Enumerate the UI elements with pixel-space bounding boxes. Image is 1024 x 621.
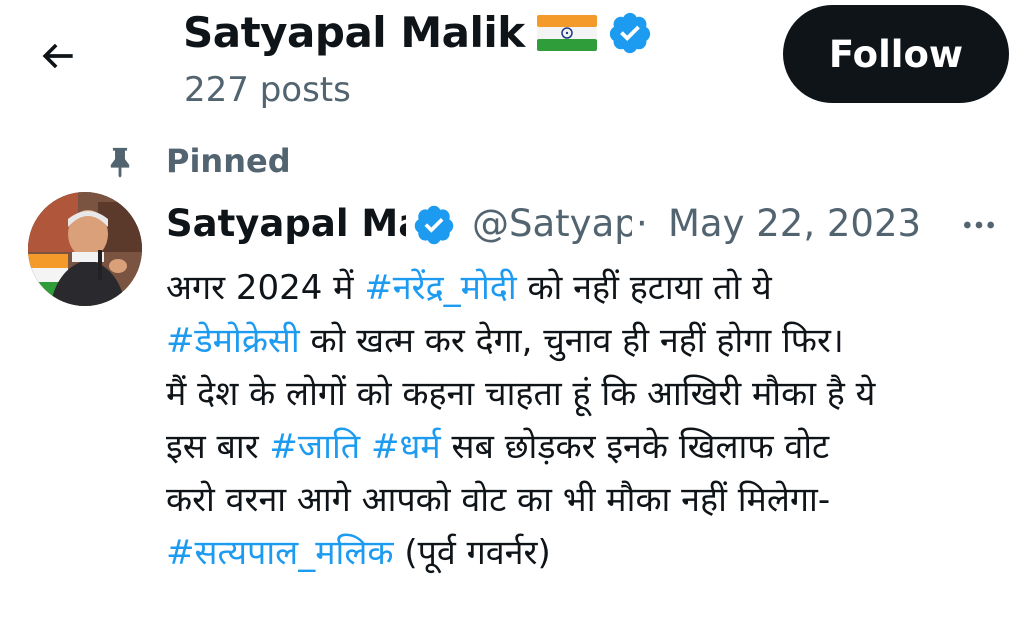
- text-segment: अगर 2024 में: [166, 268, 365, 308]
- pinned-label: Pinned: [166, 142, 291, 180]
- tweet-line: #डेमोक्रेसी को खत्म कर देगा, चुनाव ही नह…: [166, 315, 1006, 368]
- more-options-button[interactable]: [956, 203, 1002, 247]
- hashtag-link[interactable]: #डेमोक्रेसी: [166, 321, 300, 361]
- profile-name: Satyapal Malik: [183, 8, 525, 57]
- india-flag-icon: [536, 15, 597, 51]
- text-segment: इस बार: [166, 427, 270, 467]
- text-segment: (पूर्व गवर्नर): [393, 533, 551, 573]
- more-horizontal-icon: [964, 221, 994, 229]
- tweet-handle[interactable]: @SatyapalMalik: [472, 199, 632, 249]
- text-segment: को नहीं हटाया तो ये: [516, 268, 772, 308]
- back-button[interactable]: [28, 28, 88, 84]
- hashtag-link[interactable]: #नरेंद्र_मोदी: [364, 268, 516, 308]
- text-segment: मैं देश के लोगों को कहना चाहता हूं कि आख…: [166, 374, 876, 414]
- tweet-line: मैं देश के लोगों को कहना चाहता हूं कि आख…: [166, 368, 1006, 421]
- tweet-header: Satyapal Malik @SatyapalMalik · May 22, …: [166, 195, 1024, 253]
- pinned-indicator: Pinned: [100, 140, 291, 184]
- avatar[interactable]: [28, 192, 142, 306]
- text-segment: सब छोड़कर इनके खिलाफ वोट: [440, 427, 830, 467]
- tweet-line: #सत्यपाल_मलिक (पूर्व गवर्नर): [166, 527, 1006, 580]
- tweet-line: अगर 2024 में #नरेंद्र_मोदी को नहीं हटाया…: [166, 262, 1006, 315]
- verified-badge-icon: [414, 205, 454, 245]
- tweet-line: इस बार #जाति #धर्म सब छोड़कर इनके खिलाफ …: [166, 421, 1006, 474]
- text-segment: को खत्म कर देगा, चुनाव ही नहीं होगा फिर।: [299, 321, 844, 361]
- post-count: 227 posts: [184, 70, 351, 110]
- verified-badge-icon: [609, 12, 650, 54]
- arrow-left-icon: [42, 43, 73, 69]
- hashtag-link[interactable]: #धर्म: [371, 427, 441, 467]
- text-segment: करो वरना आगे आपको वोट का भी मौका नहीं मि…: [166, 480, 831, 520]
- hashtag-link[interactable]: #जाति: [269, 427, 360, 467]
- hashtag-link[interactable]: #सत्यपाल_मलिक: [166, 533, 394, 573]
- tweet-line: करो वरना आगे आपको वोट का भी मौका नहीं मि…: [166, 474, 1006, 527]
- tweet-text: अगर 2024 में #नरेंद्र_मोदी को नहीं हटाया…: [166, 262, 1006, 580]
- tweet-date[interactable]: May 22, 2023: [668, 199, 921, 249]
- profile-header: Satyapal Malik 227 posts Follow: [0, 0, 1024, 130]
- profile-name-row: Satyapal Malik: [183, 8, 653, 58]
- text-segment: [360, 427, 371, 467]
- tweet-separator: ·: [636, 202, 648, 245]
- follow-button[interactable]: Follow: [783, 5, 1009, 103]
- tweet-author-name[interactable]: Satyapal Malik: [166, 199, 406, 249]
- pin-icon: [100, 140, 140, 184]
